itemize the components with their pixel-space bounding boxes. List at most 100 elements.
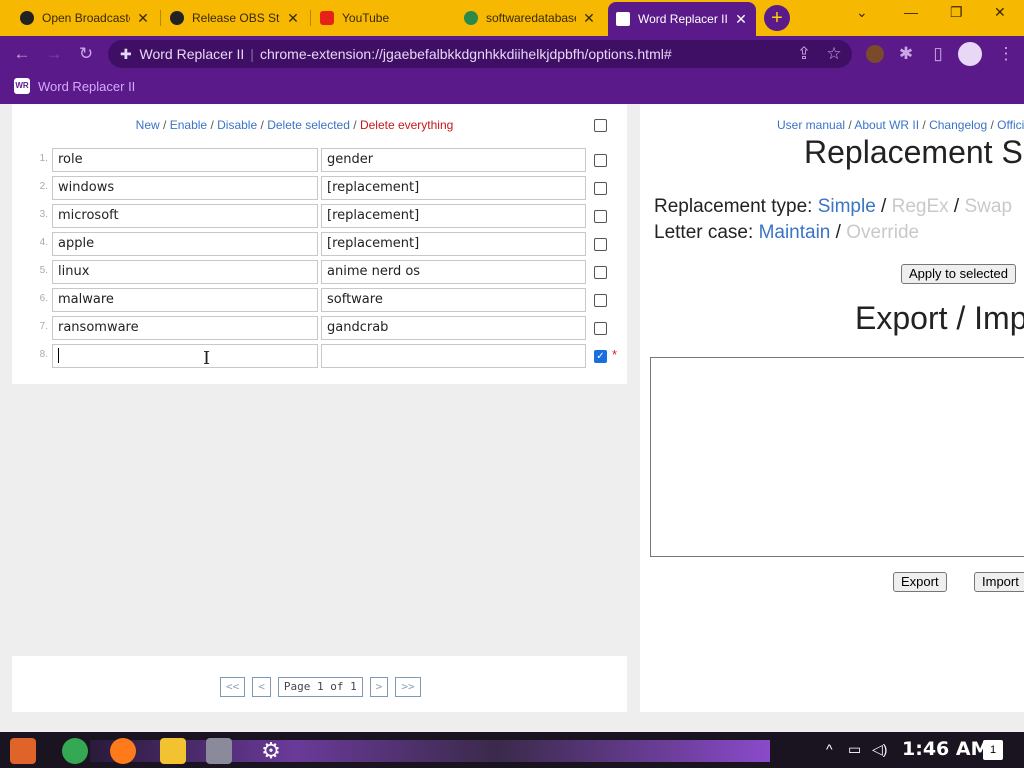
unsaved-marker: * [612,347,618,362]
user-manual-link[interactable]: User manual [777,118,845,132]
share-icon[interactable]: ⇪ [792,42,816,66]
bookmark-star-icon[interactable]: ☆ [822,42,846,66]
bookmark-word-replacer[interactable]: WR Word Replacer II [14,78,135,94]
last-page-button[interactable]: >> [395,677,421,697]
firefox-icon[interactable] [110,738,136,764]
tab-youtube[interactable]: YouTube [312,4,452,32]
replace-input[interactable]: [replacement] [321,204,586,228]
apply-to-selected-button[interactable]: Apply to selected [901,264,1017,284]
find-input[interactable]: ransomware [52,316,318,340]
first-page-button[interactable]: << [220,677,246,697]
type-simple-option[interactable]: Simple [818,196,876,217]
find-input[interactable]: windows [52,176,318,200]
replace-input[interactable] [321,344,586,368]
volume-icon[interactable]: ◁) [872,741,887,758]
extensions-puzzle-icon[interactable]: ✱ [894,42,918,66]
wr-icon [616,12,630,26]
extension-avatar-icon[interactable] [866,45,884,63]
rule-row: 6. malware software [12,288,627,312]
rule-checkbox[interactable] [594,266,607,279]
rule-checkbox[interactable] [594,238,607,251]
settings-gear-icon[interactable]: ⚙ [258,738,284,764]
tray-chevron-icon[interactable]: ^ [826,741,833,757]
replace-input[interactable]: anime nerd os [321,260,586,284]
enable-link[interactable]: Enable [170,118,207,132]
replace-input[interactable]: gandcrab [321,316,586,340]
start-icon[interactable] [10,738,36,764]
new-link[interactable]: New [136,118,160,132]
rule-checkbox[interactable] [594,294,607,307]
rule-checkbox[interactable]: ✓ [594,350,607,363]
address-bar[interactable]: ✚ Word Replacer II | chrome-extension://jg… [108,40,852,68]
export-button[interactable]: Export [893,572,947,592]
close-icon[interactable]: ✕ [136,10,150,27]
extension-icon: ✚ [120,46,132,62]
menu-icon[interactable]: ⋮ [994,42,1018,66]
find-input[interactable]: role [52,148,318,172]
next-page-button[interactable]: > [369,677,389,697]
close-icon[interactable]: ✕ [286,10,300,27]
tab-release-obs[interactable]: Release OBS Studio ✕ [162,4,308,32]
wr-icon: WR [14,78,30,94]
side-panel-icon[interactable]: ▯ [926,42,950,66]
separator: / [163,118,167,132]
rule-checkbox[interactable] [594,182,607,195]
official-link[interactable]: Offici [997,118,1024,132]
export-import-textarea[interactable] [650,357,1024,557]
find-input[interactable]: malware [52,288,318,312]
disable-link[interactable]: Disable [217,118,257,132]
tab-word-replacer[interactable]: Word Replacer II ✕ [608,2,756,36]
delete-everything-link[interactable]: Delete everything [360,118,453,132]
rule-checkbox[interactable] [594,210,607,223]
chrome-icon[interactable] [62,738,88,764]
separator: | [250,46,254,62]
find-input[interactable]: microsoft [52,204,318,228]
tab-open-broadcaster[interactable]: Open Broadcaster ✕ [12,4,158,32]
restore-icon[interactable]: ❐ [950,4,963,21]
letter-case-row: Letter case: Maintain / Override [654,222,920,243]
profile-icon[interactable] [958,42,982,66]
rule-checkbox[interactable] [594,154,607,167]
separator: / [260,118,264,132]
notification-badge[interactable]: 1 [983,740,1003,760]
new-tab-button[interactable]: + [764,5,790,31]
rule-checkbox[interactable] [594,322,607,335]
letter-case-label: Letter case: [654,222,754,243]
back-icon[interactable]: ← [10,42,34,66]
tab-search-icon[interactable]: ⌄ [856,4,868,21]
replace-input[interactable]: [replacement] [321,176,586,200]
close-icon[interactable]: ✕ [734,11,748,28]
close-icon[interactable]: ✕ [582,10,596,27]
type-regex-option[interactable]: RegEx [892,196,949,217]
replace-input[interactable]: software [321,288,586,312]
options-panel: User manual / About WR II / Changelog / … [640,104,1024,712]
find-input[interactable]: apple [52,232,318,256]
find-input[interactable]: linux [52,260,318,284]
rule-actions: New / Enable / Disable / Delete selected… [12,118,627,132]
case-maintain-option[interactable]: Maintain [759,222,831,243]
changelog-link[interactable]: Changelog [929,118,987,132]
tab-softwaredatabase[interactable]: softwaredatabase ✕ [456,4,604,32]
replace-input[interactable]: [replacement] [321,232,586,256]
delete-selected-link[interactable]: Delete selected [267,118,350,132]
type-swap-option[interactable]: Swap [965,196,1013,217]
select-all-checkbox[interactable] [594,119,607,132]
clock[interactable]: 1:46 AM [902,738,990,760]
browser-toolbar: ← → ↻ ✚ Word Replacer II | chrome-extensio… [0,36,1024,72]
file-explorer-icon[interactable] [160,738,186,764]
import-button[interactable]: Import [974,572,1024,592]
reload-icon[interactable]: ↻ [74,42,98,66]
replace-input[interactable]: gender [321,148,586,172]
minimize-icon[interactable]: — [904,4,918,20]
case-override-option[interactable]: Override [846,222,919,243]
about-link[interactable]: About WR II [854,118,919,132]
network-icon[interactable]: ▭ [848,741,861,758]
forward-icon[interactable]: → [42,42,66,66]
prev-page-button[interactable]: < [252,677,271,697]
close-window-icon[interactable]: ✕ [994,4,1006,21]
paint-icon[interactable] [206,738,232,764]
rule-number: 4. [39,237,48,248]
find-input[interactable] [52,344,318,368]
rule-number: 7. [39,321,48,332]
tab-separator [310,10,311,26]
